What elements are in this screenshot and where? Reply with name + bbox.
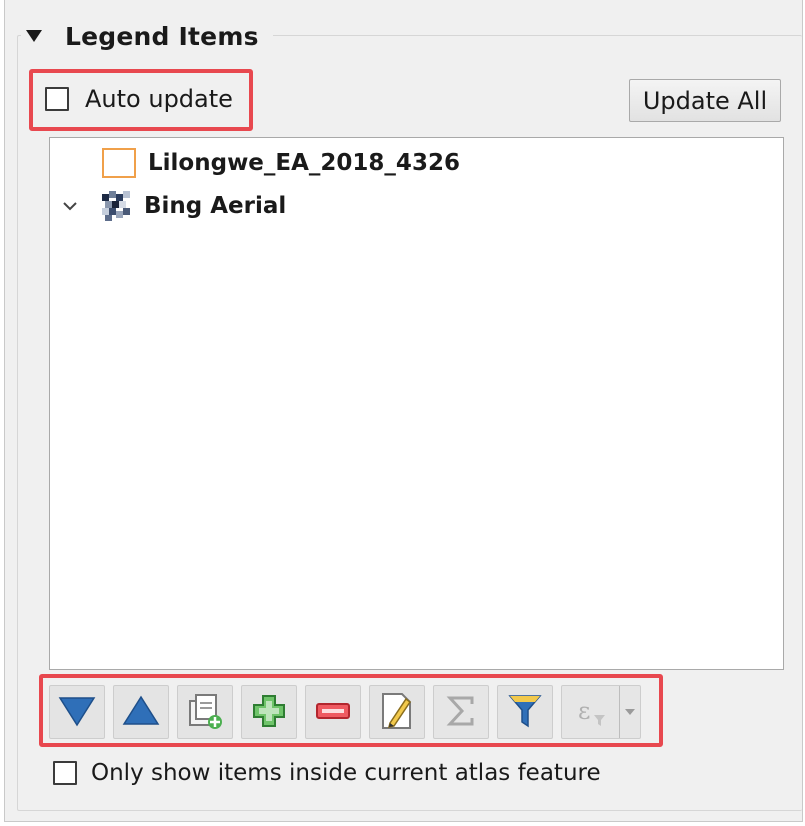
only-show-atlas-label: Only show items inside current atlas fea… bbox=[91, 760, 601, 786]
group-title: Legend Items bbox=[65, 21, 259, 51]
triangle-up-icon bbox=[122, 695, 160, 730]
update-all-button[interactable]: Update All bbox=[629, 79, 781, 122]
legend-tree-item[interactable]: Bing Aerial bbox=[58, 189, 286, 223]
legend-tree[interactable]: Lilongwe_EA_2018_4326 Bing Aerial bbox=[49, 137, 784, 670]
add-group-button[interactable] bbox=[177, 685, 233, 739]
epsilon-icon: ε bbox=[562, 686, 620, 738]
add-group-icon bbox=[186, 691, 224, 734]
only-show-atlas-checkbox[interactable]: Only show items inside current atlas fea… bbox=[53, 760, 601, 786]
filter-expression-button[interactable]: ε bbox=[561, 685, 641, 739]
chevron-down-icon[interactable] bbox=[58, 194, 82, 218]
legend-toolbar: ε bbox=[49, 684, 641, 740]
remove-item-button[interactable] bbox=[305, 685, 361, 739]
polygon-swatch-icon bbox=[102, 148, 136, 178]
count-features-button[interactable] bbox=[433, 685, 489, 739]
collapse-triangle-icon[interactable] bbox=[21, 24, 47, 48]
move-up-button[interactable] bbox=[113, 685, 169, 739]
legend-tree-item[interactable]: Lilongwe_EA_2018_4326 bbox=[102, 146, 460, 180]
sigma-icon bbox=[446, 695, 476, 730]
auto-update-label: Auto update bbox=[85, 85, 233, 113]
funnel-icon bbox=[508, 693, 542, 732]
minus-icon bbox=[315, 701, 351, 724]
auto-update-checkbox[interactable]: Auto update bbox=[45, 85, 233, 113]
triangle-down-icon bbox=[58, 695, 96, 730]
chevron-down-icon[interactable] bbox=[620, 709, 640, 715]
add-item-button[interactable] bbox=[241, 685, 297, 739]
filter-legend-button[interactable] bbox=[497, 685, 553, 739]
checkbox-box[interactable] bbox=[45, 87, 69, 111]
legend-item-label: Lilongwe_EA_2018_4326 bbox=[148, 150, 460, 176]
svg-text:ε: ε bbox=[578, 697, 590, 725]
plus-icon bbox=[251, 693, 287, 732]
move-down-button[interactable] bbox=[49, 685, 105, 739]
edit-item-button[interactable] bbox=[369, 685, 425, 739]
legend-properties-panel: Legend Items Auto update Update All Lilo… bbox=[4, 0, 803, 822]
legend-items-header[interactable]: Legend Items bbox=[21, 18, 273, 54]
pencil-icon bbox=[380, 691, 414, 734]
legend-item-label: Bing Aerial bbox=[144, 193, 287, 219]
checkbox-box[interactable] bbox=[53, 761, 77, 785]
raster-layer-icon bbox=[102, 191, 132, 221]
